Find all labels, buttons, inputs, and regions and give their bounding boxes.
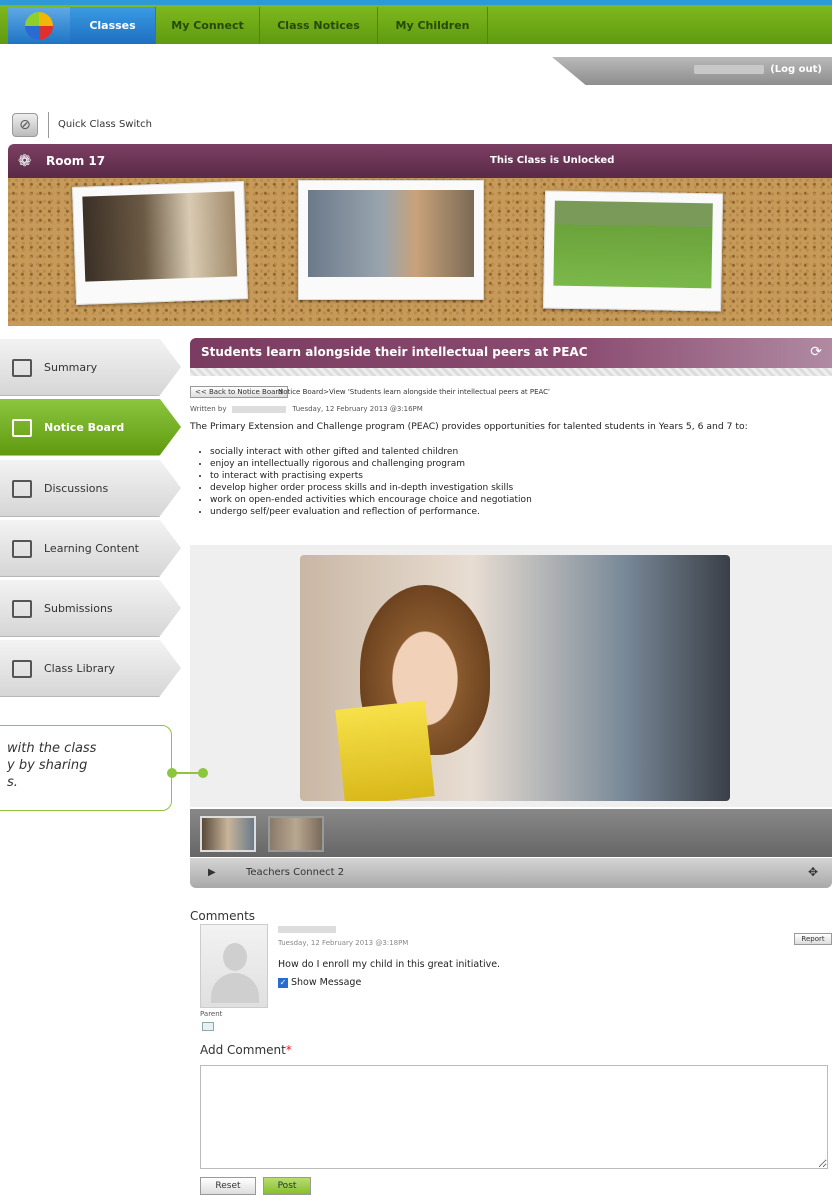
user-name-redacted xyxy=(694,65,764,74)
report-button[interactable]: Report xyxy=(794,933,832,945)
mail-icon[interactable] xyxy=(202,1022,214,1031)
app-logo[interactable] xyxy=(8,7,70,44)
list-item: develop higher order process skills and … xyxy=(210,482,532,494)
sidebar-item-discussions[interactable]: Discussions xyxy=(0,459,181,517)
commenter-name-redacted xyxy=(278,926,336,933)
add-comment-label: Add Comment* xyxy=(200,1043,292,1057)
reset-button[interactable]: Reset xyxy=(200,1177,256,1195)
callout-text: with the class y by sharing s. xyxy=(7,741,97,790)
sidebar-item-notice-board[interactable]: Notice Board xyxy=(0,398,181,456)
list-item: socially interact with other gifted and … xyxy=(210,446,532,458)
divider xyxy=(48,112,49,138)
avatar-head xyxy=(223,943,247,971)
sidebar-item-label: Summary xyxy=(44,361,98,374)
divider xyxy=(190,368,832,376)
sidebar-item-learning-content[interactable]: Learning Content xyxy=(0,519,181,577)
written-by-label: Written by xyxy=(190,405,227,413)
media-thumbnail[interactable] xyxy=(200,816,256,852)
avatar xyxy=(200,924,268,1008)
player-title: Teachers Connect 2 xyxy=(246,867,345,878)
comment-textarea[interactable] xyxy=(200,1065,828,1169)
play-icon[interactable]: ▶ xyxy=(208,867,216,878)
sidebar-item-label: Class Library xyxy=(44,662,115,675)
list-item: work on open-ended activities which enco… xyxy=(210,494,532,506)
class-photo-board xyxy=(8,178,832,326)
room-name: Room 17 xyxy=(46,154,106,168)
tab-my-children[interactable]: My Children xyxy=(378,7,488,44)
sidebar-item-label: Learning Content xyxy=(44,542,139,555)
list-item: enjoy an intellectually rigorous and cha… xyxy=(210,458,532,470)
sidebar-item-label: Notice Board xyxy=(44,421,125,434)
sidebar-item-label: Submissions xyxy=(44,602,113,615)
show-message-toggle[interactable]: ✓ Show Message xyxy=(278,977,361,988)
checkbox-checked-icon[interactable]: ✓ xyxy=(278,977,288,988)
sidebar-item-summary[interactable]: Summary xyxy=(0,338,181,396)
article-title: Students learn alongside their intellect… xyxy=(201,345,588,359)
user-bar: (Log out) xyxy=(552,57,832,85)
add-comment-text: Add Comment xyxy=(200,1043,286,1057)
post-button[interactable]: Post xyxy=(263,1177,311,1195)
monitor-icon xyxy=(12,540,32,558)
fullscreen-icon[interactable]: ✥ xyxy=(808,865,818,879)
room-header: ❁ Room 17 This Class is Unlocked xyxy=(8,144,832,178)
tab-my-connect[interactable]: My Connect xyxy=(156,7,260,44)
room-icon: ❁ xyxy=(18,151,32,170)
comment-text: How do I enroll my child in this great i… xyxy=(278,959,501,970)
tab-classes[interactable]: Classes xyxy=(70,7,156,44)
speech-bubbles-icon xyxy=(12,480,32,498)
list-item: undergo self/peer evaluation and reflect… xyxy=(210,506,532,518)
article-date: Tuesday, 12 February 2013 @3:16PM xyxy=(292,405,423,413)
featured-image[interactable] xyxy=(300,555,730,801)
avatar-body xyxy=(211,973,259,1003)
thumbnail-strip xyxy=(190,809,832,857)
sidebar-item-submissions[interactable]: Submissions xyxy=(0,579,181,637)
logo-icon xyxy=(25,11,53,40)
article-bullet-list: socially interact with other gifted and … xyxy=(200,446,532,518)
tutorial-callout: with the class y by sharing s. xyxy=(0,725,172,811)
folder-icon xyxy=(12,660,32,678)
class-photo[interactable] xyxy=(71,181,249,305)
article-meta: Written by Tuesday, 12 February 2013 @3:1… xyxy=(190,405,423,413)
class-photo[interactable] xyxy=(298,180,484,300)
comment-date: Tuesday, 12 February 2013 @3:18PM xyxy=(278,939,409,947)
breadcrumb: Notice Board>View 'Students learn alongs… xyxy=(278,388,550,396)
quick-switch-label[interactable]: Quick Class Switch xyxy=(58,119,152,130)
back-to-notice-board-button[interactable]: << Back to Notice Board xyxy=(190,386,288,398)
comments-heading: Comments xyxy=(190,909,256,923)
document-icon xyxy=(12,359,32,377)
show-message-label: Show Message xyxy=(291,977,362,988)
refresh-icon[interactable]: ⟳ xyxy=(810,344,822,360)
article-intro: The Primary Extension and Challenge prog… xyxy=(190,421,748,432)
author-name-redacted xyxy=(232,405,287,413)
top-nav-bar: Classes My Connect Class Notices My Chil… xyxy=(0,0,832,44)
class-photo[interactable] xyxy=(542,190,724,312)
sidebar-item-class-library[interactable]: Class Library xyxy=(0,639,181,697)
callout-dot xyxy=(198,768,208,778)
callout-dot xyxy=(167,768,177,778)
megaphone-icon xyxy=(12,419,32,437)
article-header: Students learn alongside their intellect… xyxy=(190,338,832,368)
tab-class-notices[interactable]: Class Notices xyxy=(260,7,378,44)
required-marker: * xyxy=(285,1043,292,1057)
book-graphic xyxy=(335,700,435,801)
media-thumbnail[interactable] xyxy=(268,816,324,852)
quick-switch-icon[interactable]: ⊘ xyxy=(12,113,38,137)
sidebar-item-label: Discussions xyxy=(44,482,109,495)
list-item: to interact with practising experts xyxy=(210,470,532,482)
player-controls: ▶ Teachers Connect 2 ✥ xyxy=(190,858,832,888)
upload-icon xyxy=(12,600,32,618)
commenter-role: Parent xyxy=(200,1010,223,1018)
logout-link[interactable]: (Log out) xyxy=(770,64,822,75)
class-lock-status: This Class is Unlocked xyxy=(490,155,615,166)
